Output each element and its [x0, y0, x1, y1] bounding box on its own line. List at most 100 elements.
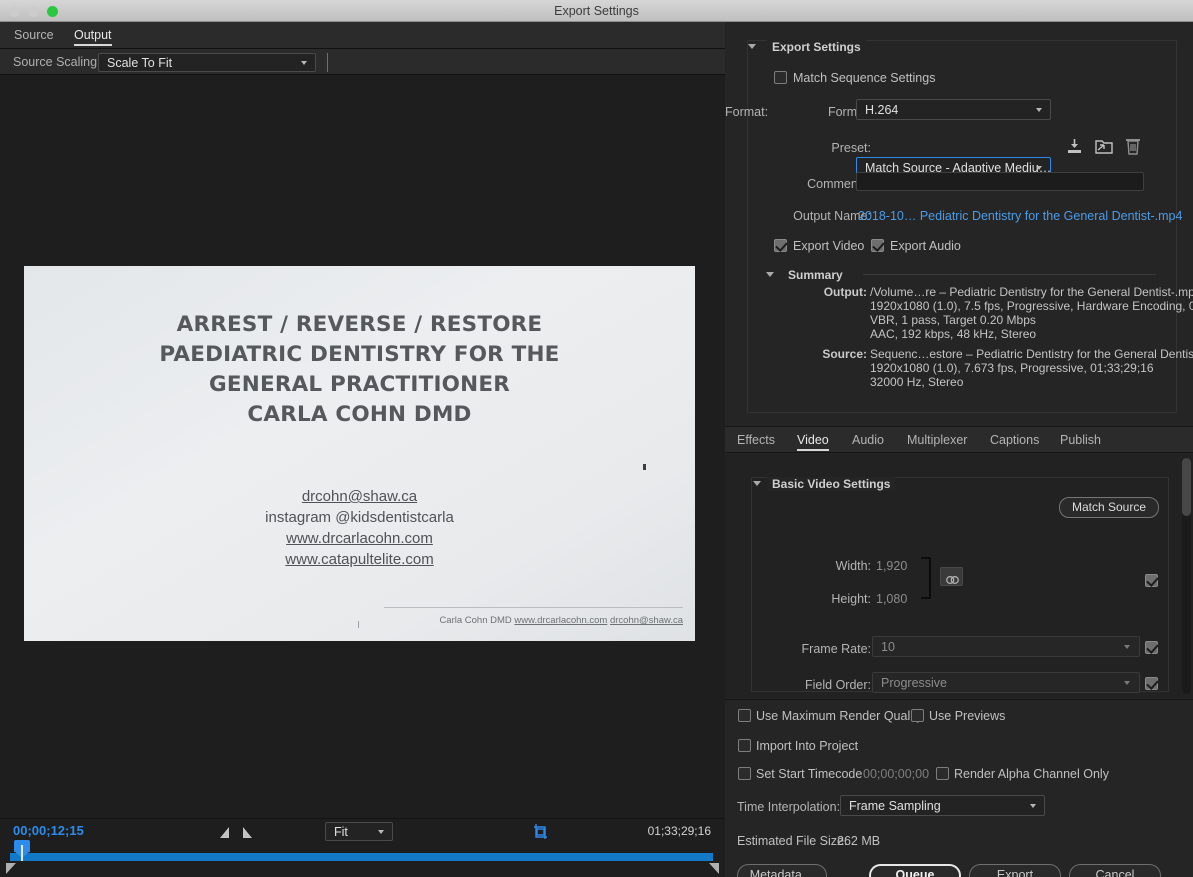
- time-interpolation-select[interactable]: Frame Sampling: [840, 795, 1045, 816]
- set-start-timecode-checkbox[interactable]: [738, 767, 751, 780]
- settings-tabbar: Effects Video Audio Multiplexer Captions…: [725, 426, 1193, 453]
- total-duration-timecode: 01;33;29;16: [647, 824, 711, 838]
- frame-rate-value: 10: [881, 640, 895, 654]
- slide-divider: [384, 607, 683, 608]
- slide-footer-email: drcohn@shaw.ca: [609, 615, 683, 626]
- slide-footer-name: Carla Cohn DMD: [439, 615, 512, 626]
- format-select[interactable]: H.264: [856, 99, 1051, 120]
- queue-button[interactable]: Queue: [869, 864, 961, 877]
- match-sequence-settings-checkbox[interactable]: [774, 71, 787, 84]
- summary-source-line: Sequenc…estore – Pediatric Dentistry for…: [870, 347, 1193, 361]
- tab-publish[interactable]: Publish: [1056, 427, 1105, 454]
- summary-source-key: Source:: [822, 347, 867, 361]
- settings-column: Export Settings Match Sequence Settings …: [725, 22, 1193, 877]
- current-timecode[interactable]: 00;00;12;15: [13, 823, 84, 838]
- slide-footer-site: www.drcarlacohn.com: [514, 615, 608, 626]
- slide-contact-site1: www.drcarlacohn.com: [286, 530, 433, 547]
- field-order-match-source-checkbox[interactable]: [1145, 677, 1158, 690]
- summary-output-key: Output:: [823, 285, 867, 299]
- delete-preset-icon[interactable]: [1124, 136, 1142, 156]
- basic-video-settings-panel: Basic Video Settings Match Source Width:…: [725, 454, 1193, 698]
- chevron-down-icon: [378, 829, 385, 834]
- playhead-handle[interactable]: [14, 840, 30, 862]
- use-maximum-render-quality-checkbox[interactable]: [738, 709, 751, 722]
- cancel-button[interactable]: Cancel: [1069, 864, 1161, 877]
- summary-group-rule: [863, 274, 1156, 275]
- range-in-marker[interactable]: [6, 863, 16, 874]
- use-maximum-render-quality-label: Use Maximum Render Quality: [756, 709, 923, 723]
- render-alpha-channel-only-checkbox[interactable]: [936, 767, 949, 780]
- tab-source[interactable]: Source: [8, 22, 60, 49]
- height-value[interactable]: 1,080: [876, 592, 907, 606]
- scrubber-track[interactable]: [10, 853, 713, 861]
- tab-output[interactable]: Output: [68, 22, 118, 49]
- preview-column: Source Output Source Scaling: Scale To F…: [0, 22, 725, 877]
- metadata-button[interactable]: Metadata…: [737, 864, 827, 877]
- output-name-label: Output Name:: [793, 209, 871, 223]
- summary-twisty[interactable]: [766, 272, 775, 278]
- width-height-match-source-checkbox[interactable]: [1145, 574, 1158, 587]
- link-dimensions-button[interactable]: [940, 567, 963, 586]
- frame-rate-select[interactable]: 10: [872, 636, 1140, 657]
- save-preset-icon[interactable]: [1065, 137, 1084, 156]
- slide-title-line: PAEDIATRIC DENTISTRY FOR THE: [159, 342, 560, 367]
- tab-audio[interactable]: Audio: [848, 427, 888, 454]
- time-interpolation-value: Frame Sampling: [849, 799, 941, 813]
- chevron-down-icon: [1036, 165, 1043, 170]
- tab-multiplexer[interactable]: Multiplexer: [903, 427, 971, 454]
- mark-out-icon[interactable]: [243, 827, 252, 838]
- mark-in-icon[interactable]: [220, 827, 229, 838]
- tab-video[interactable]: Video: [793, 427, 833, 454]
- comments-input[interactable]: [856, 172, 1144, 191]
- slide-cursor-artifact: [643, 464, 646, 470]
- height-label: Height:: [831, 592, 871, 606]
- chevron-down-icon: [1036, 107, 1043, 112]
- width-label: Width:: [835, 559, 871, 573]
- field-order-select[interactable]: Progressive: [872, 672, 1140, 693]
- slide-footer: Carla Cohn DMD www.drcarlacohn.com drcoh…: [439, 615, 683, 626]
- slide-contact-block: drcohn@shaw.ca instagram @kidsdentistcar…: [24, 486, 695, 570]
- import-into-project-checkbox[interactable]: [738, 739, 751, 752]
- import-into-project-label: Import Into Project: [756, 739, 859, 753]
- estimated-file-size-label: Estimated File Size:: [737, 834, 848, 848]
- export-video-checkbox[interactable]: [774, 239, 787, 252]
- basic-video-settings-twisty[interactable]: [753, 481, 762, 487]
- export-button[interactable]: Export: [969, 864, 1061, 877]
- export-settings-window: Export Settings Source Output Source Sca…: [0, 0, 1193, 877]
- source-scaling-value: Scale To Fit: [107, 56, 173, 70]
- render-alpha-channel-only-label: Render Alpha Channel Only: [954, 767, 1109, 781]
- width-value[interactable]: 1,920: [876, 559, 907, 573]
- zoom-level-select[interactable]: Fit: [325, 822, 393, 841]
- field-order-value: Progressive: [881, 676, 947, 690]
- window-titlebar: Export Settings: [0, 0, 1193, 22]
- video-preview-stage[interactable]: ARREST / REVERSE / RESTORE PAEDIATRIC DE…: [0, 75, 725, 818]
- range-out-marker[interactable]: [709, 863, 719, 874]
- summary-source-line: 32000 Hz, Stereo: [870, 375, 964, 389]
- export-settings-twisty[interactable]: [748, 44, 757, 50]
- export-video-label: Export Video: [793, 239, 865, 253]
- crop-toggle-icon[interactable]: [531, 822, 550, 841]
- timeline-scrubber[interactable]: [10, 840, 713, 861]
- use-previews-checkbox[interactable]: [911, 709, 924, 722]
- source-scaling-select[interactable]: Scale To Fit: [98, 53, 316, 72]
- match-source-button[interactable]: Match Source: [1059, 497, 1159, 518]
- zoom-level-value: Fit: [334, 825, 348, 839]
- export-audio-checkbox[interactable]: [871, 239, 884, 252]
- export-actions-panel: Use Maximum Render Quality Use Previews …: [725, 699, 1193, 877]
- video-settings-scrollbar[interactable]: [1182, 458, 1191, 694]
- slide-contact-instagram: instagram @kidsdentistcarla: [265, 509, 454, 526]
- estimated-file-size-value: 262 MB: [837, 834, 881, 848]
- summary-output-line: 1920x1080 (1.0), 7.5 fps, Progressive, H…: [870, 299, 1193, 313]
- frame-rate-match-source-checkbox[interactable]: [1145, 641, 1158, 654]
- tab-captions[interactable]: Captions: [986, 427, 1043, 454]
- chevron-down-icon: [1124, 644, 1131, 649]
- summary-group-title: Summary: [783, 268, 848, 282]
- export-settings-group-title: Export Settings: [767, 40, 866, 54]
- start-timecode-value[interactable]: 00;00;00;00: [863, 767, 929, 781]
- export-settings-panel: Export Settings Match Sequence Settings …: [725, 22, 1193, 425]
- output-name-link[interactable]: 2018-10… Pediatric Dentistry for the Gen…: [858, 209, 1182, 223]
- format-value: H.264: [865, 103, 899, 117]
- tab-effects[interactable]: Effects: [733, 427, 779, 454]
- import-preset-icon[interactable]: [1094, 137, 1114, 156]
- scrollbar-thumb[interactable]: [1182, 458, 1191, 516]
